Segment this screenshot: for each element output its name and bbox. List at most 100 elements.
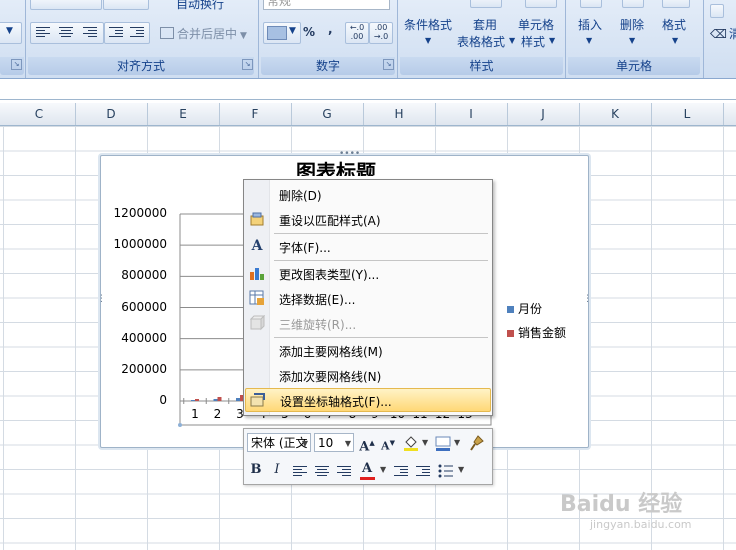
- decrease-decimal-icon: .00 →.0: [373, 23, 389, 41]
- shrink-font-button[interactable]: A▼: [379, 434, 397, 453]
- align-buttons[interactable]: [30, 22, 104, 44]
- ribbon: 自动换行 合并后居中 ▼ 对齐方式 ↘ ↘ ▼ 常规 ▼ % , ←.0.00 .…: [0, 0, 736, 79]
- chevron-down-icon[interactable]: ▼: [458, 465, 464, 474]
- grow-font-button[interactable]: A▲: [358, 434, 376, 454]
- font-icon: A: [251, 238, 263, 254]
- format-painter-button[interactable]: [468, 434, 486, 452]
- legend-label: 销售金额: [518, 326, 567, 340]
- border-button[interactable]: [434, 434, 452, 452]
- legend-entry[interactable]: 月份: [507, 300, 542, 317]
- chevron-down-icon: ▼: [509, 36, 516, 45]
- formula-bar[interactable]: [0, 79, 736, 100]
- clear-button[interactable]: ⌫ 清: [710, 25, 736, 42]
- font-color-bar: [360, 477, 375, 480]
- column-header-h[interactable]: H: [363, 103, 436, 125]
- indent-buttons[interactable]: [104, 22, 150, 44]
- fill-icon[interactable]: [710, 4, 724, 18]
- column-header-e[interactable]: E: [147, 103, 220, 125]
- group-divider: [397, 0, 398, 78]
- menu-item-label: 三维旋转(R)...: [279, 318, 357, 332]
- column-header-l[interactable]: L: [651, 103, 724, 125]
- decrease-indent-icon[interactable]: [394, 466, 408, 477]
- increase-indent-icon[interactable]: [416, 466, 430, 477]
- font-dialog-launcher-icon[interactable]: ↘: [11, 59, 22, 70]
- column-header-f[interactable]: F: [219, 103, 292, 125]
- eraser-icon: ⌫: [710, 27, 727, 41]
- font-dropdown-button[interactable]: ▼: [0, 22, 22, 44]
- column-header-j[interactable]: J: [507, 103, 580, 125]
- bar-series-2: [217, 397, 222, 401]
- column-header-d[interactable]: D: [75, 103, 148, 125]
- orientation-button[interactable]: [103, 0, 149, 10]
- accounting-format-button[interactable]: ▼: [263, 22, 301, 44]
- shrink-font-icon: A: [381, 439, 390, 453]
- y-tick-label: 200000: [121, 361, 167, 376]
- number-dialog-launcher-icon[interactable]: ↘: [383, 59, 394, 70]
- chevron-down-icon[interactable]: ▼: [454, 438, 460, 447]
- chevron-down-icon: ▼: [425, 36, 432, 45]
- menu-item-add-major-gridlines[interactable]: 添加主要网格线(M): [245, 338, 489, 362]
- percent-style-button[interactable]: %: [303, 25, 315, 39]
- context-menu: 删除(D) 重设以匹配样式(A) A 字体(F)... 更改图表类型(Y)...…: [243, 179, 493, 416]
- menu-item-label: 删除(D): [279, 189, 322, 203]
- wrap-text-label[interactable]: 自动换行: [176, 0, 224, 12]
- chevron-down-icon: ▼: [586, 36, 593, 45]
- menu-item-label: 选择数据(E)...: [279, 293, 356, 307]
- align-right-icon[interactable]: [83, 27, 97, 38]
- table-style-icon: [470, 0, 502, 8]
- increase-decimal-button[interactable]: ←.0.00: [345, 22, 369, 44]
- menu-item-reset-style[interactable]: 重设以匹配样式(A): [245, 207, 489, 231]
- align-left-icon[interactable]: [293, 466, 307, 477]
- chevron-down-icon: ▼: [6, 26, 13, 36]
- column-header-g[interactable]: G: [291, 103, 364, 125]
- group-divider: [703, 0, 704, 78]
- font-color-button[interactable]: A: [358, 460, 376, 480]
- align-center-icon[interactable]: [59, 27, 73, 38]
- bold-icon: B: [250, 462, 262, 477]
- align-left-icon[interactable]: [36, 27, 50, 38]
- column-header-c[interactable]: C: [3, 103, 76, 125]
- menu-item-font[interactable]: A 字体(F)...: [245, 234, 489, 258]
- chevron-down-icon[interactable]: ▼: [380, 465, 386, 474]
- chart-type-icon: [249, 265, 265, 281]
- align-center-icon[interactable]: [315, 466, 329, 477]
- top-align-buttons[interactable]: [30, 0, 102, 10]
- menu-item-label: 添加主要网格线(M): [279, 345, 383, 359]
- menu-item-delete[interactable]: 删除(D): [245, 182, 489, 206]
- menu-item-change-chart-type[interactable]: 更改图表类型(Y)...: [245, 261, 489, 285]
- column-header-k[interactable]: K: [579, 103, 652, 125]
- bullets-icon[interactable]: [438, 464, 454, 478]
- legend-entry[interactable]: 销售金额: [507, 324, 566, 341]
- chevron-down-icon[interactable]: ▼: [422, 438, 428, 447]
- fill-color-button[interactable]: [402, 434, 420, 452]
- font-name-select[interactable]: 宋体 (正文 ▼: [247, 433, 311, 452]
- x-tick-label: 1: [191, 407, 199, 421]
- bold-button[interactable]: B: [247, 461, 265, 479]
- 3d-rotation-icon: [249, 314, 266, 331]
- column-header-i[interactable]: I: [435, 103, 508, 125]
- font-size-select[interactable]: 10 ▼: [314, 433, 354, 452]
- x-axis-selection-handle: [178, 423, 182, 427]
- menu-item-3d-rotation[interactable]: 三维旋转(R)...: [245, 311, 489, 335]
- menu-item-format-axis[interactable]: 设置坐标轴格式(F)...: [245, 388, 491, 412]
- dialog-launcher-icon[interactable]: ↘: [242, 59, 253, 70]
- decrease-decimal-button[interactable]: .00 →.0: [369, 22, 393, 44]
- comma-style-button[interactable]: ,: [328, 22, 333, 36]
- number-caption: 数字: [261, 57, 395, 75]
- chevron-down-icon: ▼: [301, 439, 308, 448]
- menu-item-add-minor-gridlines[interactable]: 添加次要网格线(N): [245, 363, 489, 387]
- number-format-select[interactable]: 常规: [263, 0, 390, 10]
- conditional-format-label: 条件格式: [404, 18, 453, 32]
- menu-item-select-data[interactable]: 选择数据(E)...: [245, 286, 489, 310]
- delete-label: 删除: [620, 18, 645, 32]
- decrease-indent-icon[interactable]: [109, 27, 123, 38]
- format-as-table-label-1: 套用: [473, 18, 498, 32]
- italic-button[interactable]: I: [268, 461, 286, 479]
- chevron-down-icon: ▼: [629, 36, 636, 45]
- y-tick-label: 800000: [121, 268, 167, 283]
- align-right-icon[interactable]: [337, 466, 351, 477]
- increase-indent-icon[interactable]: [130, 27, 144, 38]
- increase-decimal-icon: ←.0.00: [349, 23, 365, 41]
- merge-center-button[interactable]: 合并后居中 ▼: [160, 25, 247, 42]
- font-size-value: 10: [318, 436, 334, 450]
